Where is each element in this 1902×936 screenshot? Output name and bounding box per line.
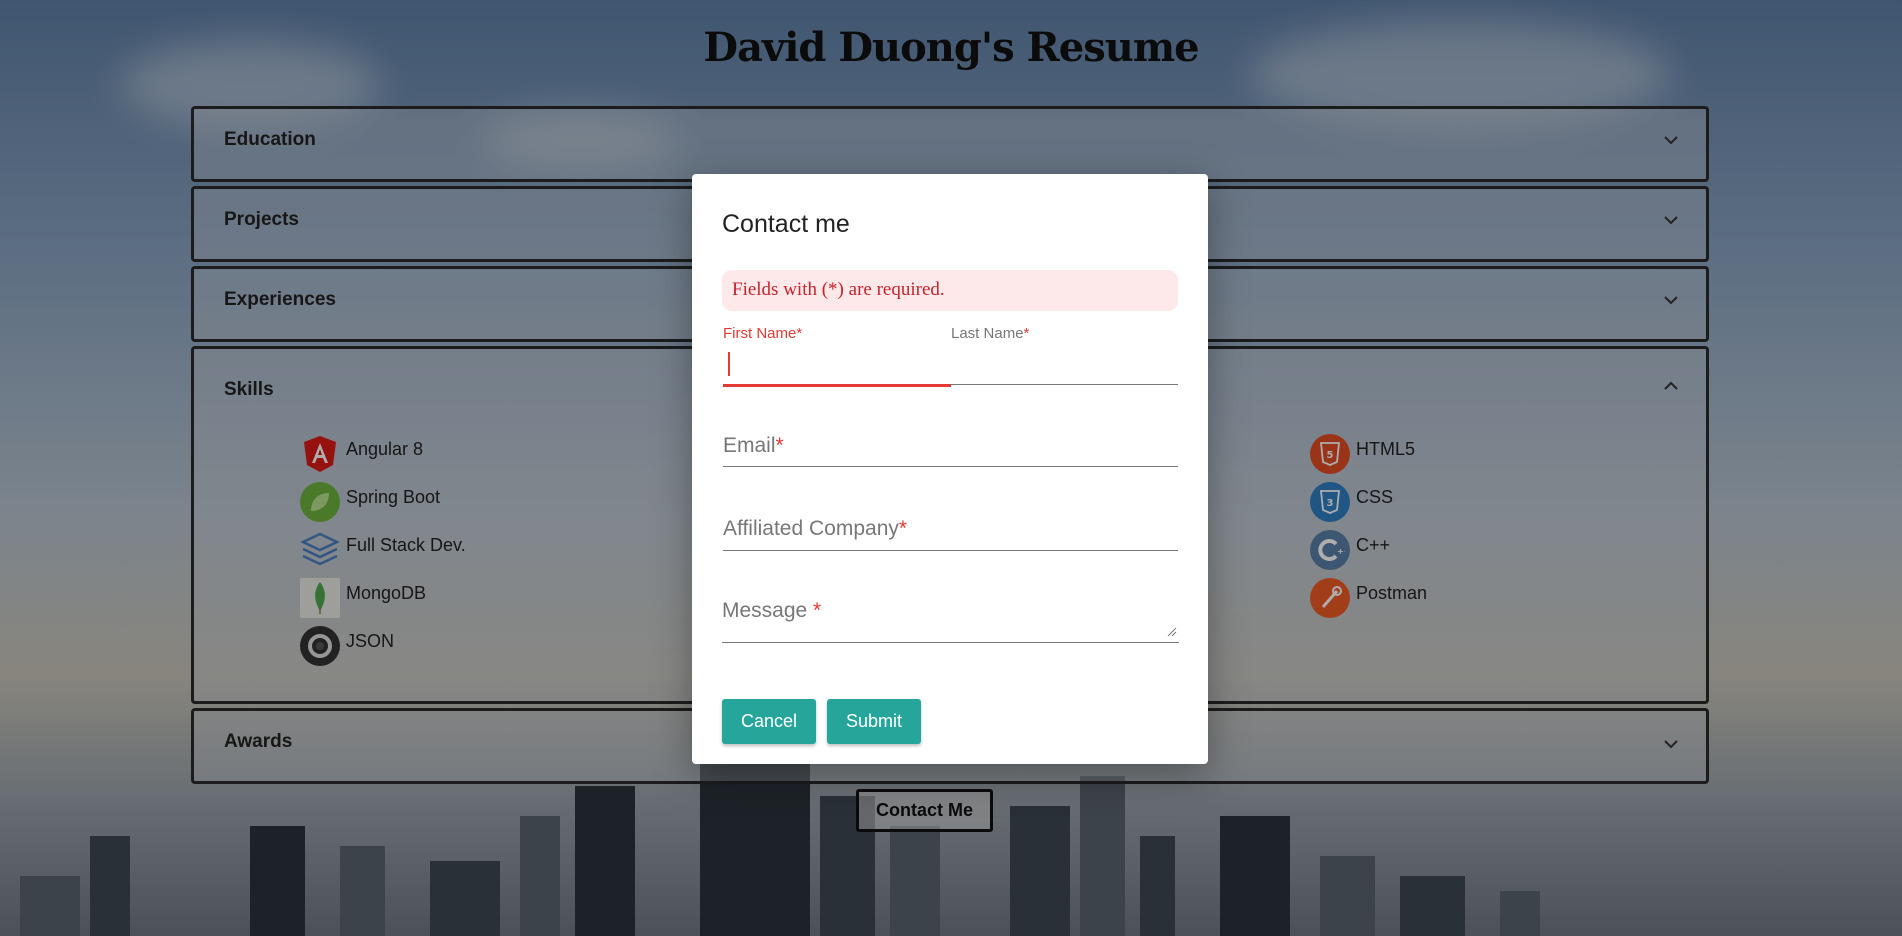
company-placeholder: Affiliated Company — [723, 517, 899, 540]
required-mark: * — [1023, 325, 1030, 342]
field-underline — [722, 642, 1179, 643]
email-placeholder: Email — [723, 434, 776, 457]
cancel-button[interactable]: Cancel — [722, 699, 816, 744]
affiliated-company-field[interactable]: Affiliated Company* — [723, 517, 1178, 551]
field-underline — [723, 550, 1178, 551]
modal-title: Contact me — [722, 210, 850, 238]
required-mark: * — [898, 517, 908, 540]
first-name-field[interactable]: First Name* — [723, 325, 951, 387]
required-fields-alert: Fields with (*) are required. — [722, 270, 1178, 311]
text-cursor — [728, 352, 730, 376]
email-field[interactable]: Email* — [723, 434, 1178, 467]
last-name-label: Last Name — [951, 325, 1024, 342]
field-underline — [723, 384, 951, 387]
resize-handle-icon[interactable] — [1167, 627, 1177, 637]
field-underline — [723, 466, 1178, 467]
first-name-label: First Name — [723, 325, 797, 342]
required-mark: * — [807, 599, 822, 622]
field-underline — [951, 384, 1178, 385]
message-placeholder: Message — [722, 599, 808, 622]
required-mark: * — [775, 434, 784, 457]
required-mark: * — [796, 325, 803, 342]
last-name-field[interactable]: Last Name* — [951, 325, 1178, 385]
contact-modal: Contact me Fields with (*) are required.… — [692, 174, 1208, 764]
submit-button[interactable]: Submit — [827, 699, 921, 744]
message-textarea[interactable]: Message * — [722, 599, 1179, 643]
